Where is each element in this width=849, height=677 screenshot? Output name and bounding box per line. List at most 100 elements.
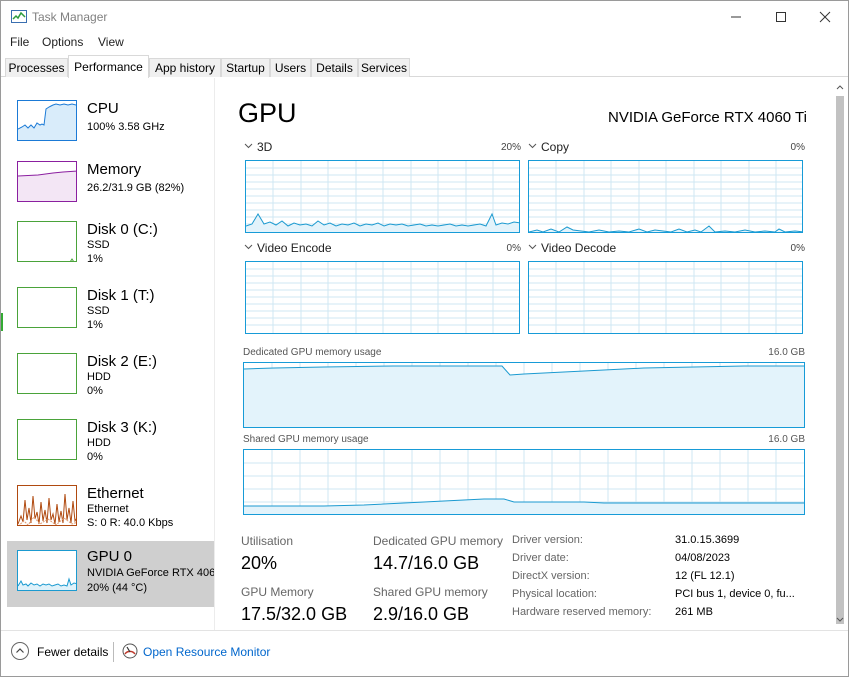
chevron-down-icon [244,143,253,149]
graph-dedicated-memory [243,362,805,428]
sidebar-title-disk2: Disk 2 (E:) [87,353,158,370]
engine-selector-3d[interactable]: 3D [244,140,272,154]
footer-bar: Fewer details Open Resource Monitor [1,630,848,676]
footer-divider [113,642,114,662]
tab-startup[interactable]: Startup [221,58,270,77]
chevron-up-icon[interactable] [11,642,29,660]
sidebar-usage-disk1: 1% [87,319,103,331]
resource-monitor-icon[interactable] [122,643,138,659]
engine-percent-copy: 0% [790,142,805,153]
minimize-icon [731,16,741,18]
sidebar-usage-disk2: 0% [87,385,103,397]
menu-file[interactable]: File [10,35,29,49]
graph-video-decode [528,261,803,334]
ethernet-thumbnail-graph [17,485,77,526]
close-button[interactable] [802,1,848,33]
dedicated-memory-graph-max: 16.0 GB [768,347,805,358]
page-title: GPU [238,98,297,128]
scroll-up-icon[interactable] [832,81,848,93]
dedicated-memory-graph-label: Dedicated GPU memory usage [243,347,382,358]
chevron-down-icon [528,244,537,250]
chevron-down-icon [244,244,253,250]
disk0-thumbnail-graph [17,221,77,262]
fewer-details-button[interactable]: Fewer details [37,645,108,659]
sidebar-model-gpu0: NVIDIA GeForce RTX 4060 Ti [87,567,214,579]
physical-location-value: PCI bus 1, device 0, fu... [675,588,795,600]
sidebar-item-gpu0[interactable]: GPU 0 NVIDIA GeForce RTX 4060 Ti 20% (44… [7,541,214,607]
shared-memory-graph-max: 16.0 GB [768,434,805,445]
shared-memory-value: 2.9/16.0 GB [373,604,470,624]
sidebar-type-disk3: HDD [87,437,111,449]
utilisation-label: Utilisation [241,534,294,548]
driver-date-value: 04/08/2023 [675,552,731,564]
sidebar-item-memory[interactable]: Memory 26.2/31.9 GB (82%) [7,155,214,221]
sidebar-item-disk3[interactable]: Disk 3 (K:) HDD 0% [7,413,214,479]
menu-options[interactable]: Options [42,35,83,49]
sidebar-item-disk2[interactable]: Disk 2 (E:) HDD 0% [7,347,214,413]
sidebar-title-gpu0: GPU 0 [87,548,133,565]
tab-details[interactable]: Details [311,58,358,77]
scroll-down-icon[interactable] [832,614,848,626]
engine-selector-video-encode[interactable]: Video Encode [244,241,332,255]
directx-version-label: DirectX version: [512,570,590,582]
sidebar-detail-memory: 26.2/31.9 GB (82%) [87,182,185,194]
graph-3d [245,160,520,233]
engine-label-video-decode: Video Decode [541,241,617,255]
sidebar-detail-cpu: 100% 3.58 GHz [87,121,165,133]
window-title: Task Manager [32,10,108,24]
open-resource-monitor-link[interactable]: Open Resource Monitor [143,645,270,659]
sidebar-item-disk1[interactable]: Disk 1 (T:) SSD 1% [7,281,214,347]
memory-thumbnail-graph [17,161,77,202]
sidebar-title-disk3: Disk 3 (K:) [87,419,158,436]
engine-percent-video-decode: 0% [790,243,805,254]
engine-label-3d: 3D [257,140,273,154]
sidebar-usage-disk0: 1% [87,253,103,265]
sidebar-item-cpu[interactable]: CPU 100% 3.58 GHz [7,94,214,160]
sidebar-type-disk1: SSD [87,305,110,317]
task-manager-icon [11,10,27,23]
disk2-thumbnail-graph [17,353,77,394]
sidebar-item-disk0[interactable]: Disk 0 (C:) SSD 1% [7,215,214,281]
maximize-icon [776,12,786,22]
task-manager-window: Task Manager File Options View Processes… [0,0,849,677]
graph-copy [528,160,803,233]
engine-percent-3d: 20% [500,142,521,153]
engine-label-video-encode: Video Encode [257,241,332,255]
menu-bar: File Options View [1,33,848,53]
maximize-button[interactable] [758,1,804,33]
minimize-button[interactable] [713,1,759,33]
tab-users[interactable]: Users [270,58,311,77]
sidebar-title-cpu: CPU [87,100,119,117]
gpu-memory-value: 17.5/32.0 GB [241,604,348,624]
scrollbar-thumb[interactable] [836,96,844,624]
sidebar-title-memory: Memory [87,161,142,178]
disk3-thumbnail-graph [17,419,77,460]
sidebar-type-disk2: HDD [87,371,111,383]
graph-shared-memory [243,449,805,515]
tab-performance[interactable]: Performance [68,55,149,78]
directx-version-value: 12 (FL 12.1) [675,570,735,582]
tab-app-history[interactable]: App history [149,58,221,77]
tab-services[interactable]: Services [358,58,410,77]
tab-processes[interactable]: Processes [5,58,68,77]
sidebar-title-ethernet: Ethernet [87,485,144,502]
engine-selector-video-decode[interactable]: Video Decode [528,241,616,255]
driver-date-label: Driver date: [512,552,569,564]
engine-selector-copy[interactable]: Copy [528,140,569,154]
reserved-memory-label: Hardware reserved memory: [512,606,652,618]
sidebar-throughput-ethernet: S: 0 R: 40.0 Kbps [87,517,174,529]
sidebar-usage-disk3: 0% [87,451,103,463]
menu-view[interactable]: View [98,35,124,49]
graph-video-encode [245,261,520,334]
utilisation-value: 20% [241,553,278,573]
gpu0-thumbnail-graph [17,550,77,591]
sidebar-item-ethernet[interactable]: Ethernet Ethernet S: 0 R: 40.0 Kbps [7,479,214,545]
sidebar-type-disk0: SSD [87,239,110,251]
tab-bar: Processes Performance App history Startu… [1,53,848,78]
dedicated-memory-label: Dedicated GPU memory [373,534,504,548]
title-bar[interactable]: Task Manager [1,1,848,33]
driver-version-value: 31.0.15.3699 [675,534,740,546]
vertical-scrollbar[interactable] [832,78,848,630]
shared-memory-graph-label: Shared GPU memory usage [243,434,369,445]
performance-sidebar: CPU 100% 3.58 GHz Memory 26.2/31.9 GB (8… [1,78,215,630]
